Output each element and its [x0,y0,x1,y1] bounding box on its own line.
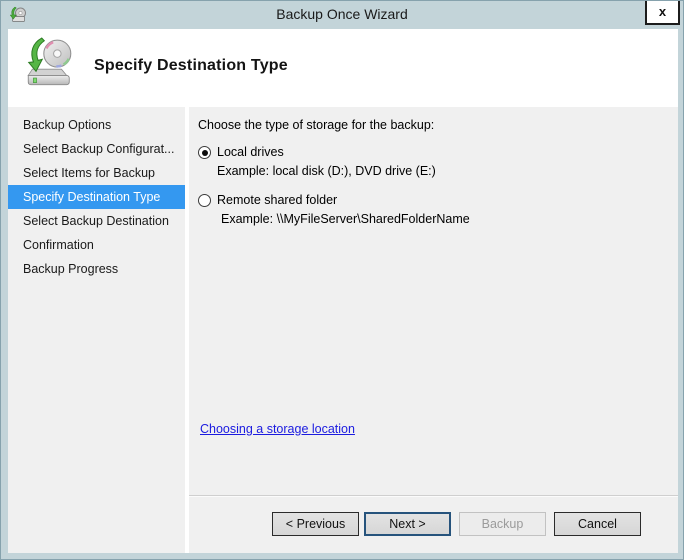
sidebar-item-select-items-for-backup[interactable]: Select Items for Backup [8,161,185,185]
remote-shared-folder-example: Example: \\MyFileServer\SharedFolderName [221,212,470,226]
local-drives-example: Example: local disk (D:), DVD drive (E:) [217,164,436,178]
sidebar-item-backup-options[interactable]: Backup Options [8,113,185,137]
choosing-storage-location-link[interactable]: Choosing a storage location [200,422,355,436]
sidebar-item-select-backup-configuration[interactable]: Select Backup Configurat... [8,137,185,161]
cancel-button[interactable]: Cancel [554,512,641,536]
wizard-header: Specify Destination Type [8,29,678,107]
local-drives-radio[interactable] [198,146,211,159]
remote-shared-folder-label[interactable]: Remote shared folder [217,193,337,207]
remote-shared-folder-radio[interactable] [198,194,211,207]
next-button[interactable]: Next > [364,512,451,536]
wizard-button-row: < Previous Next > Backup Cancel [189,512,678,536]
destination-type-pane: Choose the type of storage for the backu… [189,107,678,553]
sidebar-item-select-backup-destination[interactable]: Select Backup Destination [8,209,185,233]
sidebar-item-backup-progress[interactable]: Backup Progress [8,257,185,281]
wizard-dialog: Specify Destination Type Backup Options … [8,29,678,553]
close-button[interactable]: x [645,1,680,25]
backup-once-wizard-window: Backup Once Wizard x Specify Destination… [0,0,684,560]
window-title: Backup Once Wizard [276,6,408,22]
local-drives-label[interactable]: Local drives [217,145,284,159]
wizard-steps-sidebar: Backup Options Select Backup Configurat.… [8,107,185,553]
wizard-body: Backup Options Select Backup Configurat.… [8,107,678,553]
previous-button[interactable]: < Previous [272,512,359,536]
title-bar[interactable]: Backup Once Wizard x [1,1,683,29]
page-title: Specify Destination Type [94,57,288,74]
sidebar-item-specify-destination-type[interactable]: Specify Destination Type [8,185,185,209]
footer-separator [189,495,678,497]
storage-type-prompt: Choose the type of storage for the backu… [198,118,435,132]
backup-button[interactable]: Backup [459,512,546,536]
backup-drive-icon [27,37,72,86]
sidebar-item-confirmation[interactable]: Confirmation [8,233,185,257]
